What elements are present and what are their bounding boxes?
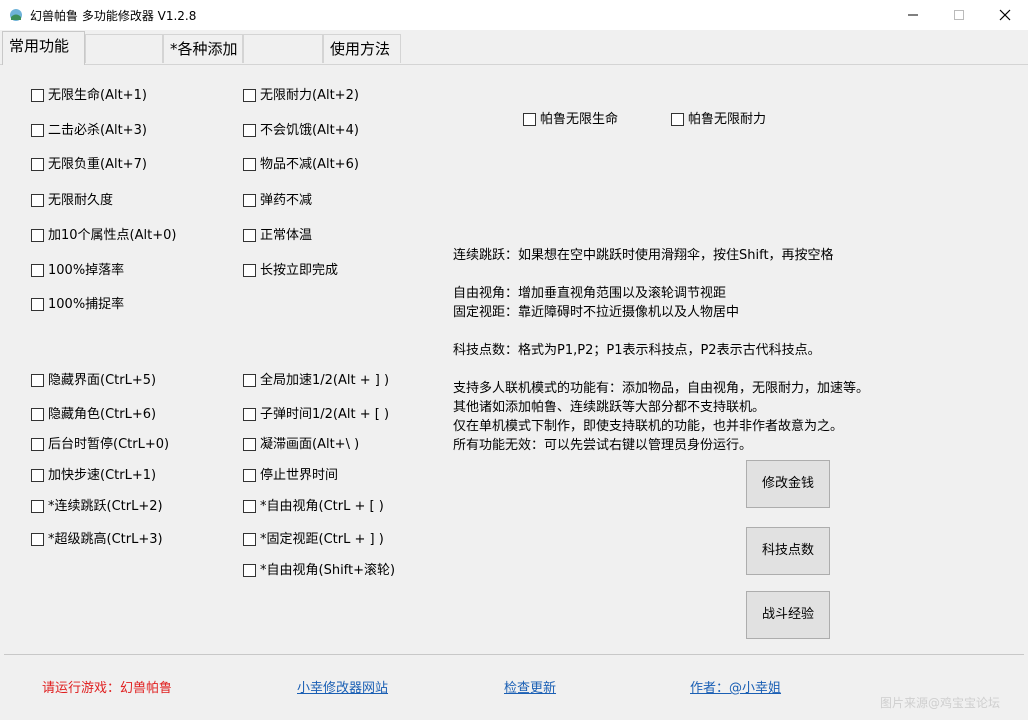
info-run-as-admin: 所有功能无效：可以先尝试右键以管理员身份运行。 bbox=[453, 438, 753, 453]
checkbox-label: *固定视距(CtrL + ] ) bbox=[260, 532, 384, 547]
checkbox-box bbox=[31, 438, 44, 451]
checkbox-box bbox=[243, 158, 256, 171]
checkbox-box bbox=[31, 124, 44, 137]
checkbox-label: 无限负重(Alt+7) bbox=[48, 157, 147, 172]
checkbox-box bbox=[31, 374, 44, 387]
checkbox-box bbox=[243, 469, 256, 482]
checkbox-label: 子弹时间1/2(Alt + [ ) bbox=[260, 407, 390, 422]
checkbox-label: 无限耐力(Alt+2) bbox=[260, 88, 359, 103]
checkbox-box bbox=[243, 229, 256, 242]
author-link[interactable]: 作者：@小幸姐 bbox=[690, 677, 781, 696]
checkbox-label: 100%掉落率 bbox=[48, 263, 125, 278]
info-singleplayer: 仅在单机模式下制作，即使支持联机的功能，也并非作者故意为之。 bbox=[453, 419, 844, 434]
checkbox-label: 帕鲁无限耐力 bbox=[688, 112, 767, 127]
checkbox-box bbox=[31, 500, 44, 513]
checkbox-label: 后台时暂停(CtrL+0) bbox=[48, 437, 170, 452]
checkbox-label: 无限生命(Alt+1) bbox=[48, 88, 147, 103]
tech-points-button[interactable]: 科技点数 bbox=[746, 527, 830, 575]
game-status-text: 请运行游戏：幻兽帕鲁 bbox=[42, 681, 173, 696]
checkbox-label: 隐藏界面(CtrL+5) bbox=[48, 373, 157, 388]
tab-blank-2[interactable] bbox=[243, 34, 323, 63]
info-tech-points: 科技点数：格式为P1,P2；P1表示科技点，P2表示古代科技点。 bbox=[453, 343, 821, 358]
info-continuous-jump: 连续跳跃：如果想在空中跳跃时使用滑翔伞，按住Shift，再按空格 bbox=[453, 248, 834, 263]
battle-exp-button[interactable]: 战斗经验 bbox=[746, 591, 830, 639]
tab-common-functions[interactable]: 常用功能 bbox=[2, 31, 85, 65]
checkbox-box bbox=[31, 89, 44, 102]
minimize-button[interactable] bbox=[890, 0, 936, 30]
checkbox-box bbox=[31, 194, 44, 207]
checkbox-label: 隐藏角色(CtrL+6) bbox=[48, 407, 157, 422]
checkbox-label: 凝滞画面(Alt+\ ) bbox=[260, 437, 360, 452]
checkbox-label: *自由视角(Shift+滚轮) bbox=[260, 563, 396, 578]
checkbox-box bbox=[523, 113, 536, 126]
app-icon bbox=[10, 9, 22, 21]
footer-divider bbox=[4, 654, 1024, 655]
minimize-icon bbox=[908, 14, 918, 16]
checkbox-label: *超级跳高(CtrL+3) bbox=[48, 532, 163, 547]
checkbox-box bbox=[243, 374, 256, 387]
checkbox-box bbox=[243, 533, 256, 546]
maximize-button[interactable] bbox=[936, 0, 982, 30]
checkbox-box bbox=[31, 298, 44, 311]
modify-money-button[interactable]: 修改金钱 bbox=[746, 460, 830, 508]
close-icon bbox=[999, 9, 1011, 21]
checkbox-box bbox=[31, 229, 44, 242]
checkbox-box bbox=[31, 469, 44, 482]
tab-add-items[interactable]: *各种添加 bbox=[163, 34, 243, 63]
checkbox-box bbox=[243, 408, 256, 421]
info-multiplayer: 支持多人联机模式的功能有：添加物品，自由视角，无限耐力，加速等。 bbox=[453, 381, 870, 396]
checkbox-label: 100%捕捉率 bbox=[48, 297, 125, 312]
tab-blank-1[interactable] bbox=[85, 34, 163, 63]
close-button[interactable] bbox=[982, 0, 1028, 30]
maximize-icon bbox=[954, 10, 964, 20]
checkbox-label: 加快步速(CtrL+1) bbox=[48, 468, 157, 483]
checkbox-box bbox=[243, 124, 256, 137]
checkbox-box bbox=[31, 264, 44, 277]
checkbox-label: 弹药不减 bbox=[260, 193, 313, 208]
checkbox-label: 帕鲁无限生命 bbox=[540, 112, 619, 127]
checkbox-label: *自由视角(CtrL + [ ) bbox=[260, 499, 384, 514]
checkbox-label: 无限耐久度 bbox=[48, 193, 114, 208]
website-link[interactable]: 小幸修改器网站 bbox=[297, 677, 388, 696]
checkbox-box bbox=[243, 564, 256, 577]
tab-content: 无限生命(Alt+1) 二击必杀(Alt+3) 无限负重(Alt+7) 无限耐久… bbox=[0, 64, 1028, 720]
checkbox-box bbox=[243, 89, 256, 102]
checkbox-box bbox=[31, 408, 44, 421]
info-free-camera: 自由视角：增加垂直视角范围以及滚轮调节视距 bbox=[453, 286, 727, 301]
checkbox-label: 停止世界时间 bbox=[260, 468, 339, 483]
check-update-link[interactable]: 检查更新 bbox=[504, 677, 556, 696]
checkbox-box bbox=[243, 264, 256, 277]
checkbox-label: *连续跳跃(CtrL+2) bbox=[48, 499, 163, 514]
checkbox-label: 不会饥饿(Alt+4) bbox=[260, 123, 359, 138]
checkbox-box bbox=[243, 500, 256, 513]
checkbox-box bbox=[31, 158, 44, 171]
checkbox-label: 二击必杀(Alt+3) bbox=[48, 123, 147, 138]
tab-usage[interactable]: 使用方法 bbox=[323, 34, 401, 63]
checkbox-box bbox=[243, 194, 256, 207]
title-bar: 幻兽帕鲁 多功能修改器 V1.2.8 bbox=[0, 0, 1028, 30]
tab-strip: 常用功能 *各种添加 使用方法 bbox=[0, 30, 1028, 65]
watermark: 图片来源@鸡宝宝论坛 bbox=[880, 696, 1001, 710]
checkbox-label: 全局加速1/2(Alt + ] ) bbox=[260, 373, 390, 388]
info-multiplayer-unsupported: 其他诸如添加帕鲁、连续跳跃等大部分都不支持联机。 bbox=[453, 400, 766, 415]
checkbox-box bbox=[671, 113, 684, 126]
checkbox-box bbox=[31, 533, 44, 546]
checkbox-label: 物品不减(Alt+6) bbox=[260, 157, 359, 172]
checkbox-label: 加10个属性点(Alt+0) bbox=[48, 228, 177, 243]
info-fixed-view: 固定视距：靠近障碍时不拉近摄像机以及人物居中 bbox=[453, 305, 740, 320]
window-title: 幻兽帕鲁 多功能修改器 V1.2.8 bbox=[30, 9, 197, 23]
checkbox-box bbox=[243, 438, 256, 451]
checkbox-label: 正常体温 bbox=[260, 228, 313, 243]
checkbox-label: 长按立即完成 bbox=[260, 263, 339, 278]
